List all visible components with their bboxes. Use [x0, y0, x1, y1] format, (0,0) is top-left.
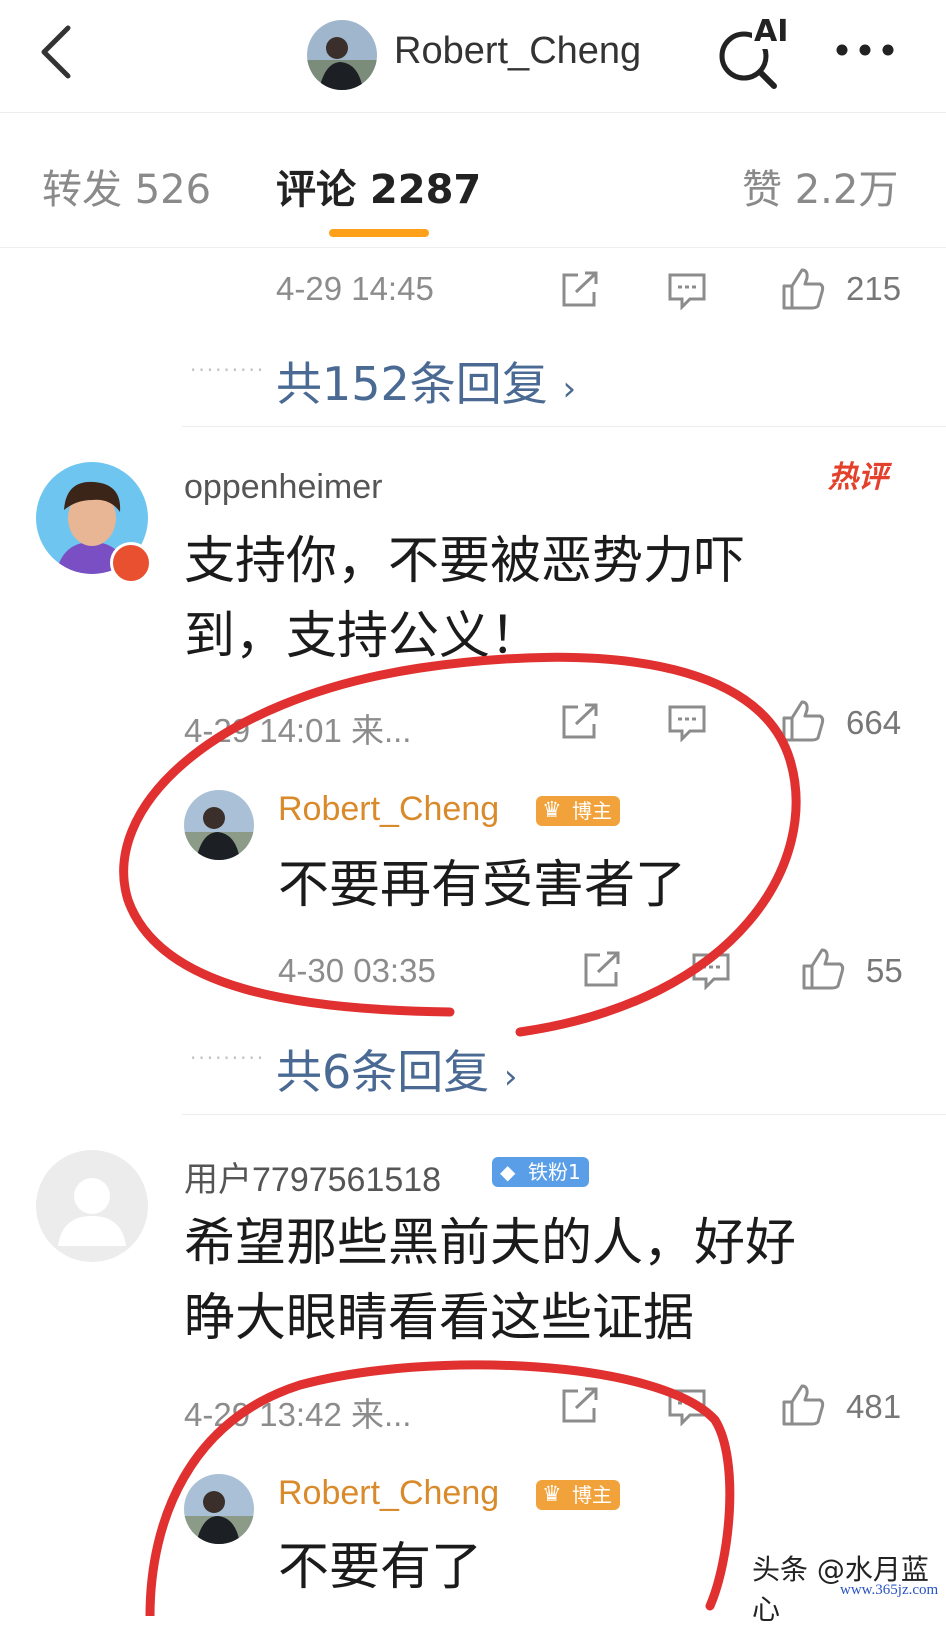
watermark-url: www.365jz.com [840, 1582, 939, 1598]
reply-icon[interactable] [666, 702, 708, 742]
reply-text: 不要有了 [278, 1538, 483, 1597]
reply-avatar[interactable] [184, 790, 254, 860]
comment-text-line: 到，支持公义！ [184, 607, 542, 666]
reply-username[interactable]: Robert_Cheng [278, 1474, 499, 1513]
badge-label: 博主 [572, 799, 612, 823]
diamond-icon: ◆ [500, 1160, 516, 1184]
share-icon[interactable] [558, 1386, 600, 1426]
like-icon[interactable] [780, 698, 826, 744]
like-icon[interactable] [780, 1382, 826, 1428]
tab-comments[interactable]: 评论 2287 [276, 157, 481, 215]
view-replies-link[interactable]: 共152条回复 › [276, 348, 576, 414]
reply-thread-dots: ········· [190, 1046, 266, 1070]
like-count: 481 [846, 1388, 902, 1425]
profile-name[interactable]: Robert_Cheng [394, 30, 641, 73]
share-icon[interactable] [558, 702, 600, 742]
ai-label: AI [752, 14, 791, 49]
more-button[interactable] [832, 40, 898, 60]
badge-label: 博主 [572, 1483, 612, 1507]
like-count: 55 [866, 952, 903, 989]
view-replies-link[interactable]: 共6条回复 › [276, 1036, 518, 1102]
more-horizontal-icon [836, 44, 894, 56]
reply-icon[interactable] [690, 950, 732, 990]
crown-icon: ♛ [542, 1482, 562, 1507]
comment-time: 4-29 13:42 来... [184, 1396, 412, 1433]
like-count: 664 [846, 704, 902, 741]
comment-username[interactable]: oppenheimer [184, 468, 382, 507]
ai-search-button[interactable]: AI [712, 14, 794, 90]
reply-username[interactable]: Robert_Cheng [278, 790, 499, 829]
reply-thread-dots: ········· [190, 358, 266, 382]
chevron-left-icon [41, 25, 71, 79]
comment-time: 4-29 14:01 来... [184, 712, 412, 749]
hot-comment-badge: 热评 [828, 460, 888, 495]
reply-avatar[interactable] [184, 1474, 254, 1544]
reply-icon[interactable] [666, 270, 708, 310]
like-count: 215 [846, 270, 902, 307]
profile-avatar[interactable] [307, 20, 377, 90]
fan-badge: ◆ 铁粉1 [492, 1157, 589, 1187]
tab-likes[interactable]: 赞 2.2万 [742, 157, 898, 215]
divider [182, 1114, 946, 1115]
reply-time: 4-30 03:35 [278, 952, 436, 989]
tab-reposts[interactable]: 转发 526 [42, 157, 211, 215]
verified-badge-icon [110, 542, 152, 584]
avatar[interactable] [36, 1150, 148, 1262]
comment-text: 支持你，不要被恶势力吓 到，支持公义！ [184, 524, 745, 674]
comment-username[interactable]: 用户7797561518 [184, 1152, 441, 1201]
crown-icon: ♛ [542, 798, 562, 823]
comment-tabs: 转发 526 评论 2287 赞 2.2万 [0, 113, 946, 248]
reply-icon[interactable] [666, 1386, 708, 1426]
share-icon[interactable] [580, 950, 622, 990]
like-icon[interactable] [800, 946, 846, 992]
chevron-right-icon: › [562, 369, 577, 409]
comment-text-line: 希望那些黑前夫的人，好好 [184, 1214, 797, 1273]
chevron-right-icon: › [503, 1057, 518, 1097]
comment-time: 4-29 14:45 [276, 270, 434, 307]
blogger-badge: ♛ 博主 [536, 1480, 620, 1510]
back-button[interactable] [28, 22, 88, 82]
like-icon[interactable] [780, 266, 826, 312]
share-icon[interactable] [558, 270, 600, 310]
reply-text: 不要再有受害者了 [278, 856, 687, 915]
blogger-badge: ♛ 博主 [536, 796, 620, 826]
active-tab-indicator [329, 229, 429, 237]
badge-label: 铁粉1 [528, 1160, 581, 1184]
top-navigation-bar: Robert_Cheng AI [0, 0, 946, 113]
comment-text-line: 睁大眼睛看看这些证据 [184, 1289, 695, 1348]
comment-text: 希望那些黑前夫的人，好好 睁大眼睛看看这些证据 [184, 1206, 796, 1356]
comment-text-line: 支持你，不要被恶势力吓 [184, 532, 746, 591]
divider [182, 426, 946, 427]
